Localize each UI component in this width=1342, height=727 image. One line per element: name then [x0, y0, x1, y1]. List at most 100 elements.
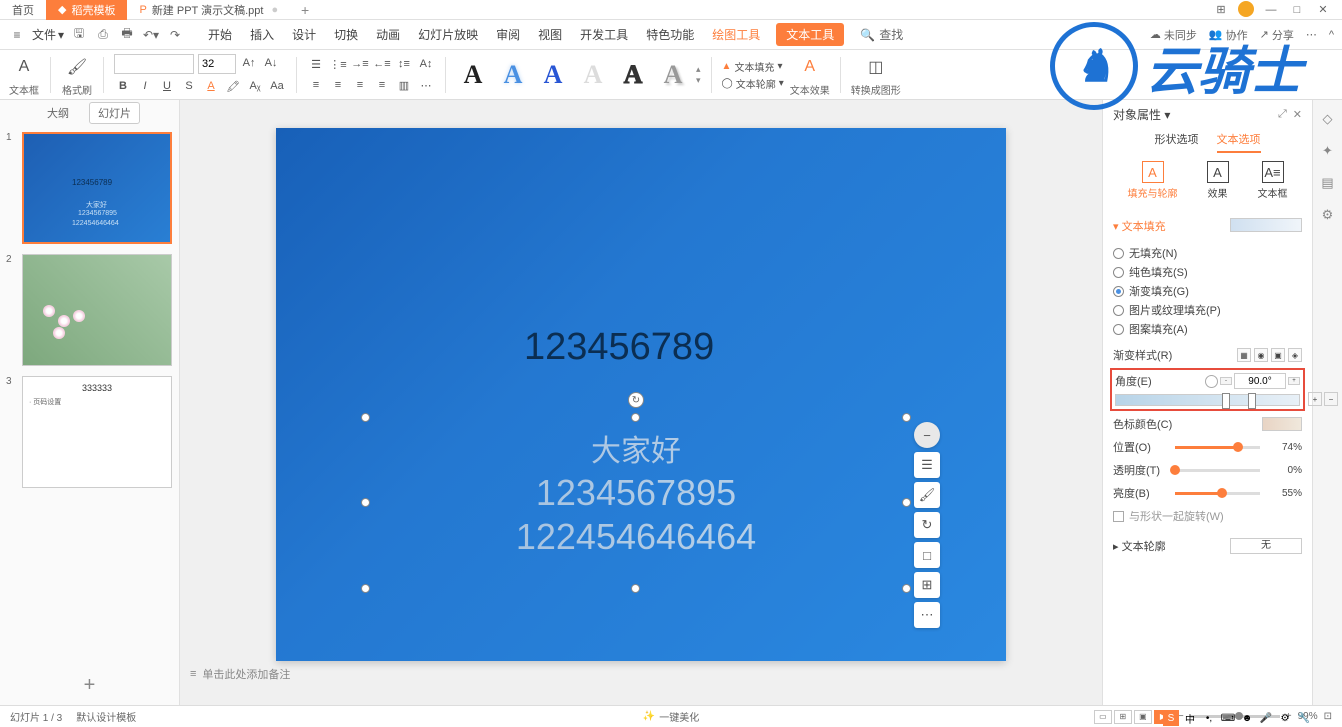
- rp-tab-shape[interactable]: 形状选项: [1155, 131, 1199, 153]
- app-menu-icon[interactable]: ≡: [8, 26, 26, 44]
- undo-icon[interactable]: ↶▾: [142, 26, 160, 44]
- menu-tab-design[interactable]: 设计: [290, 23, 318, 46]
- transparency-slider[interactable]: [1175, 469, 1260, 472]
- coop-button[interactable]: 👥协作: [1209, 27, 1248, 43]
- angle-input[interactable]: [1234, 373, 1286, 389]
- text-direction-button[interactable]: A↕: [417, 55, 435, 73]
- beautify-button[interactable]: ✨一键美化: [643, 709, 699, 724]
- add-slide-button[interactable]: +: [75, 670, 105, 700]
- tray-tool-icon[interactable]: 🔧: [1296, 710, 1312, 726]
- text-style-2[interactable]: A: [496, 58, 530, 92]
- float-align-icon[interactable]: ⊞: [914, 572, 940, 598]
- grad-style-rect[interactable]: ▣: [1271, 348, 1285, 362]
- selected-textbox[interactable]: ↻ 大家好 1234567895 122454646464 − ☰ 🖌 ↻ □: [366, 418, 906, 588]
- rotate-with-shape-checkbox[interactable]: 与形状一起旋转(W): [1113, 508, 1302, 524]
- font-size-select[interactable]: [198, 54, 236, 74]
- sidestrip-sparkle-icon[interactable]: ✦: [1319, 142, 1337, 160]
- save-icon[interactable]: 🖫: [70, 26, 88, 44]
- grad-style-radial[interactable]: ◉: [1254, 348, 1268, 362]
- italic-button[interactable]: I: [136, 77, 154, 95]
- close-button[interactable]: ✕: [1314, 1, 1332, 19]
- maximize-button[interactable]: □: [1288, 1, 1306, 19]
- change-case-button[interactable]: Aa: [268, 77, 286, 95]
- collapse-ribbon-icon[interactable]: ^: [1329, 29, 1334, 41]
- tray-settings-icon[interactable]: ⚙: [1277, 710, 1293, 726]
- tray-lang-icon[interactable]: 中: [1182, 710, 1198, 726]
- fill-solid-radio[interactable]: 纯色填充(S): [1113, 264, 1302, 280]
- indent-right-button[interactable]: →≡: [351, 55, 369, 73]
- sync-status[interactable]: ☁未同步: [1150, 27, 1197, 43]
- tray-mic-icon[interactable]: 🎤: [1258, 710, 1274, 726]
- tray-emoji-icon[interactable]: ☻: [1239, 710, 1255, 726]
- resize-handle-bl[interactable]: [361, 584, 370, 593]
- rp-subtab-fill[interactable]: A 填充与轮廓: [1128, 161, 1178, 200]
- view-normal-button[interactable]: ▭: [1094, 710, 1112, 724]
- search-button[interactable]: 🔍查找: [860, 26, 903, 43]
- ribbon-format-group[interactable]: 🖌 格式刷: [61, 53, 93, 97]
- text-style-1[interactable]: A: [456, 58, 490, 92]
- float-crop-icon[interactable]: □: [914, 542, 940, 568]
- tray-keyboard-icon[interactable]: ⌨: [1220, 710, 1236, 726]
- notes-placeholder[interactable]: 单击此处添加备注: [202, 666, 290, 682]
- font-color-button[interactable]: A: [202, 77, 220, 95]
- redo-icon[interactable]: ↷: [166, 26, 184, 44]
- fill-gradient-radio[interactable]: 渐变填充(G): [1113, 283, 1302, 299]
- bold-button[interactable]: B: [114, 77, 132, 95]
- titlebar-template-tab[interactable]: ◆ 稻壳模板: [46, 0, 127, 20]
- canvas-text-numbers[interactable]: 123456789: [524, 326, 714, 369]
- line-spacing-button[interactable]: ↕≡: [395, 55, 413, 73]
- user-avatar[interactable]: [1238, 1, 1254, 17]
- underline-button[interactable]: U: [158, 77, 176, 95]
- position-slider[interactable]: [1175, 446, 1260, 449]
- fill-picture-radio[interactable]: 图片或纹理填充(P): [1113, 302, 1302, 318]
- float-rotate-icon[interactable]: ↻: [914, 512, 940, 538]
- resize-handle-mr[interactable]: [902, 498, 911, 507]
- text-style-gallery[interactable]: A A A A A A ▴▾: [456, 58, 701, 92]
- text-fill-button[interactable]: ▲文本填充▾: [722, 59, 784, 74]
- panel-close-icon[interactable]: ✕: [1293, 108, 1302, 121]
- align-center-button[interactable]: ≡: [329, 76, 347, 94]
- menu-tab-special[interactable]: 特色功能: [644, 23, 696, 46]
- float-more-icon[interactable]: ⋯: [914, 602, 940, 628]
- tray-punct-icon[interactable]: •,: [1201, 710, 1217, 726]
- titlebar-document-tab[interactable]: P 新建 PPT 演示文稿.ppt ●: [127, 0, 290, 20]
- current-fill-preview[interactable]: [1230, 218, 1302, 232]
- rp-tab-text[interactable]: 文本选项: [1217, 131, 1261, 153]
- text-style-4[interactable]: A: [576, 58, 610, 92]
- align-right-button[interactable]: ≡: [351, 76, 369, 94]
- more-icon[interactable]: ⋯: [1306, 28, 1317, 41]
- fit-button[interactable]: ⊡: [1324, 711, 1332, 722]
- grad-style-path[interactable]: ◈: [1288, 348, 1302, 362]
- gradient-stop-1[interactable]: [1222, 393, 1230, 409]
- fill-none-radio[interactable]: 无填充(N): [1113, 245, 1302, 261]
- decrease-font-icon[interactable]: A↓: [262, 54, 280, 72]
- fill-pattern-radio[interactable]: 图案填充(A): [1113, 321, 1302, 337]
- convert-to-image-button[interactable]: ◫ 转换成图形: [851, 53, 901, 97]
- angle-dial[interactable]: [1205, 375, 1218, 388]
- titlebar-home-tab[interactable]: 首页: [0, 0, 46, 20]
- text-outline-button[interactable]: ◯文本轮廓▾: [722, 76, 784, 91]
- grad-style-linear[interactable]: ▦: [1237, 348, 1251, 362]
- align-justify-button[interactable]: ≡: [373, 76, 391, 94]
- add-tab-button[interactable]: +: [290, 2, 320, 18]
- rp-subtab-effect[interactable]: A 效果: [1207, 161, 1229, 200]
- text-style-3[interactable]: A: [536, 58, 570, 92]
- font-family-select[interactable]: [114, 54, 194, 74]
- view-sorter-button[interactable]: ⊞: [1114, 710, 1132, 724]
- float-collapse-button[interactable]: −: [914, 422, 940, 448]
- resize-handle-tm[interactable]: [631, 413, 640, 422]
- slide-thumbnail-3[interactable]: 333333 · 页码设置: [22, 376, 172, 488]
- increase-font-icon[interactable]: A↑: [240, 54, 258, 72]
- angle-increase[interactable]: +: [1288, 377, 1300, 385]
- text-style-5[interactable]: A: [616, 58, 650, 92]
- outline-tab[interactable]: 大纲: [39, 103, 77, 123]
- file-menu[interactable]: 文件▾: [32, 26, 64, 43]
- share-button[interactable]: ↗分享: [1260, 27, 1294, 43]
- highlight-button[interactable]: 🖍: [224, 77, 242, 95]
- menu-tab-developer[interactable]: 开发工具: [578, 23, 630, 46]
- menu-tab-start[interactable]: 开始: [206, 23, 234, 46]
- ribbon-textbox-group[interactable]: A 文本框: [8, 53, 40, 97]
- minimize-button[interactable]: —: [1262, 1, 1280, 19]
- resize-handle-bm[interactable]: [631, 584, 640, 593]
- stop-color-picker[interactable]: [1262, 417, 1302, 431]
